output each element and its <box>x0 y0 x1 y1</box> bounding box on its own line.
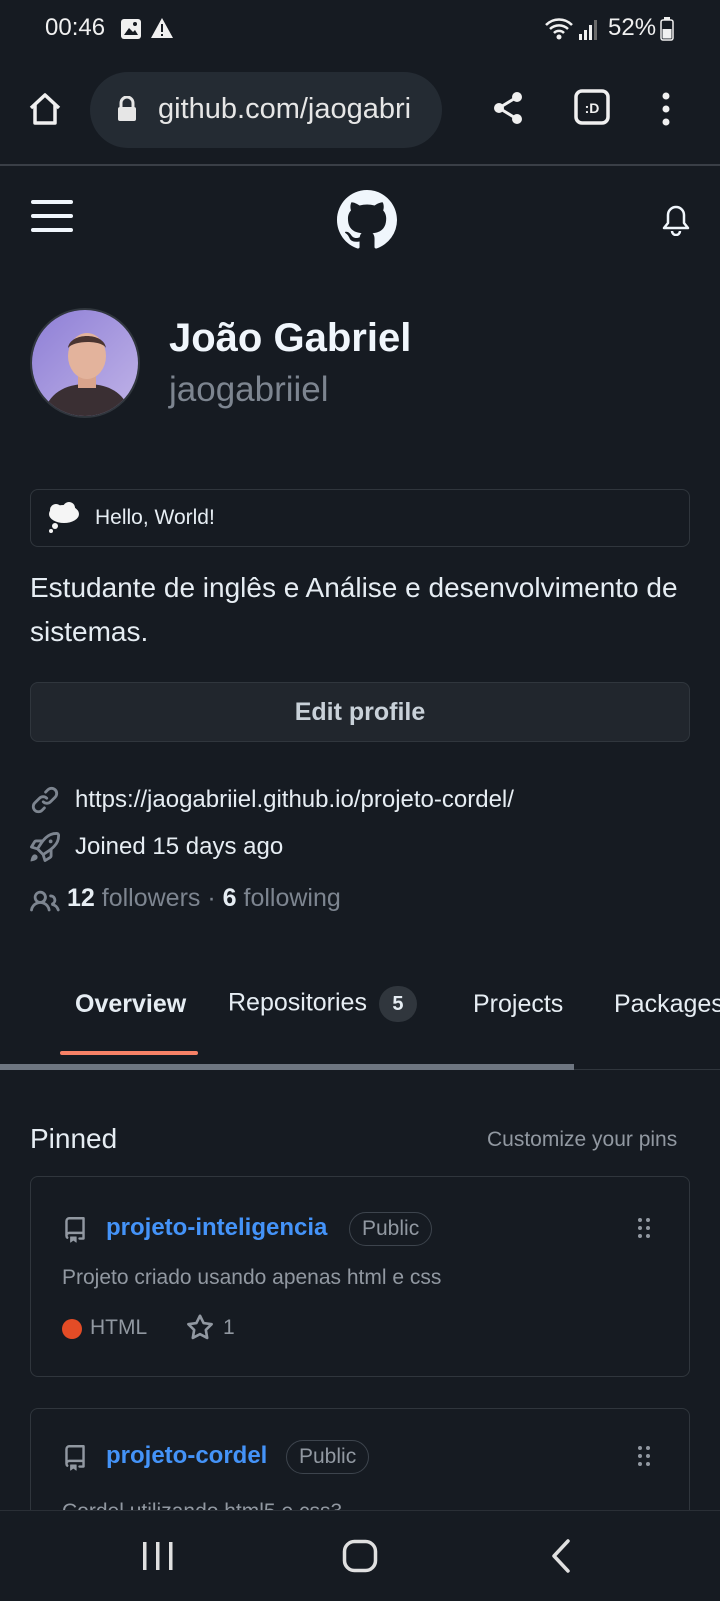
language-color-dot <box>62 1319 82 1339</box>
thought-balloon-icon <box>47 502 81 534</box>
active-tab-underline <box>60 1051 198 1055</box>
battery-icon <box>660 17 674 41</box>
tab-packages[interactable]: Packages <box>614 990 720 1019</box>
tab-repositories-label: Repositories <box>228 988 367 1017</box>
repo-name-link[interactable]: projeto-inteligencia <box>106 1214 327 1242</box>
followers-label[interactable]: followers <box>102 884 201 912</box>
star-icon[interactable] <box>186 1314 214 1342</box>
visibility-badge: Public <box>349 1212 433 1246</box>
status-time: 00:46 <box>45 14 106 41</box>
lock-icon <box>116 96 138 122</box>
drag-handle-icon[interactable] <box>637 1217 651 1239</box>
profile-full-name: João Gabriel <box>169 316 412 360</box>
tab-scroll-indicator[interactable] <box>0 1064 574 1070</box>
svg-text::D: :D <box>585 100 600 116</box>
status-message[interactable]: Hello, World! <box>30 489 690 547</box>
gallery-notification-icon <box>120 18 142 40</box>
notifications-bell-icon[interactable] <box>662 204 690 236</box>
profile-username: jaogabriiel <box>169 370 329 409</box>
followers-count[interactable]: 12 <box>67 884 95 912</box>
following-count[interactable]: 6 <box>223 884 237 912</box>
status-text: Hello, World! <box>95 506 215 529</box>
following-label[interactable]: following <box>244 884 341 912</box>
warning-notification-icon <box>150 17 174 39</box>
home-button-icon[interactable] <box>342 1539 378 1573</box>
browser-toolbar: github.com/jaogabri :D <box>0 60 720 166</box>
repo-name-link[interactable]: projeto-cordel <box>106 1442 267 1470</box>
tab-repositories[interactable]: Repositories 5 <box>228 986 417 1022</box>
back-icon[interactable] <box>550 1539 572 1573</box>
tab-overview[interactable]: Overview <box>75 990 186 1019</box>
system-navigation-bar <box>0 1510 720 1601</box>
visibility-badge: Public <box>286 1440 370 1474</box>
follow-stats: 12 followers · 6 following <box>67 884 341 913</box>
more-menu-icon[interactable] <box>661 92 671 126</box>
wifi-icon <box>544 16 574 42</box>
rocket-icon <box>30 832 60 862</box>
people-icon <box>30 887 60 917</box>
signal-icon <box>578 18 598 40</box>
tab-projects[interactable]: Projects <box>473 990 563 1019</box>
home-icon[interactable] <box>27 91 63 127</box>
customize-pins-link[interactable]: Customize your pins <box>487 1128 677 1152</box>
repo-language: HTML <box>90 1316 148 1339</box>
repo-icon <box>62 1444 88 1472</box>
battery-percentage: 52% <box>608 14 657 41</box>
profile-website-link[interactable]: https://jaogabriiel.github.io/projeto-co… <box>75 786 514 814</box>
edit-profile-button[interactable]: Edit profile <box>30 682 690 742</box>
pinned-title: Pinned <box>30 1123 118 1154</box>
avatar[interactable] <box>30 308 140 418</box>
address-bar[interactable]: github.com/jaogabri <box>90 72 442 148</box>
repo-stars-count[interactable]: 1 <box>223 1316 235 1340</box>
joined-date: Joined 15 days ago <box>75 833 284 860</box>
url-text: github.com/jaogabri <box>158 93 412 125</box>
recent-apps-icon[interactable] <box>142 1541 174 1571</box>
tab-switcher-icon[interactable]: :D <box>574 88 610 126</box>
repo-icon <box>62 1216 88 1244</box>
hamburger-menu-icon[interactable] <box>31 200 73 232</box>
profile-bio: Estudante de inglês e Análise e desenvol… <box>30 572 678 647</box>
repositories-count-badge: 5 <box>378 986 417 1022</box>
repo-description: Projeto criado usando apenas html e css <box>62 1266 442 1289</box>
drag-handle-icon[interactable] <box>637 1445 651 1467</box>
follow-separator: · <box>207 884 216 912</box>
github-header <box>0 164 720 274</box>
share-icon[interactable] <box>491 90 525 126</box>
link-icon <box>30 785 60 815</box>
github-logo-icon[interactable] <box>337 190 397 250</box>
status-bar: 00:46 52% <box>0 0 720 60</box>
pinned-repo-card[interactable]: projeto-inteligencia Public Projeto cria… <box>30 1176 690 1377</box>
